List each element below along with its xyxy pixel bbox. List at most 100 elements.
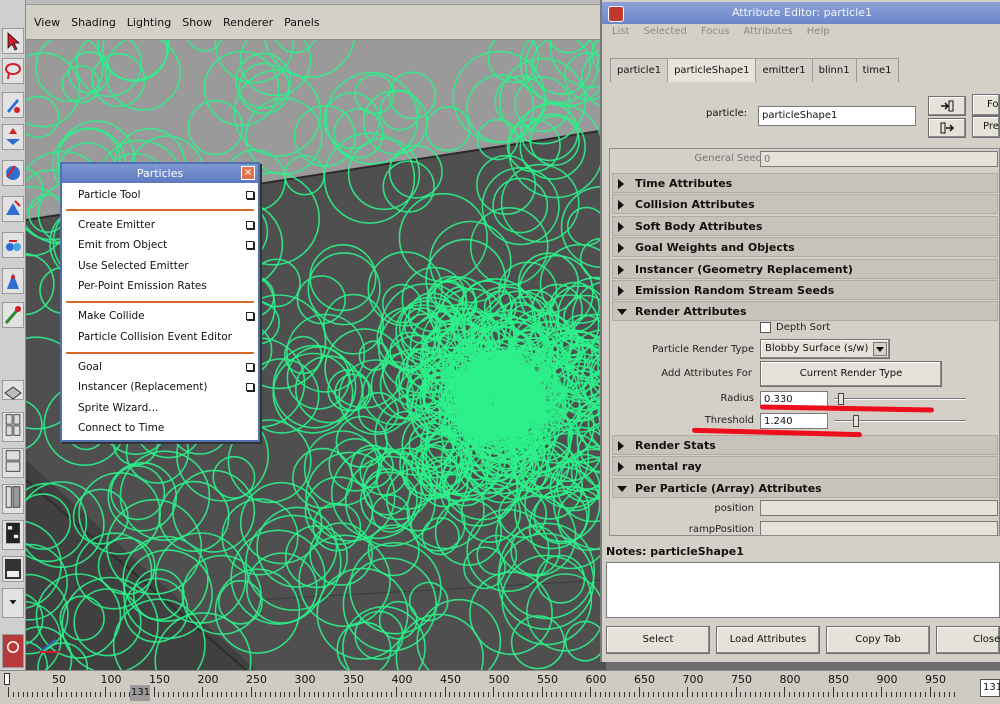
position-field[interactable] <box>760 500 998 516</box>
layout-menu-icon[interactable] <box>2 588 24 618</box>
tick-mark <box>759 692 761 697</box>
show-manipulator-icon[interactable] <box>2 302 24 328</box>
ae-menu-list[interactable]: List <box>612 26 629 37</box>
render-type-dropdown[interactable]: Blobby Surface (s/w) <box>760 339 890 359</box>
move-tool-icon[interactable] <box>2 124 24 150</box>
tab-time1[interactable]: time1 <box>855 58 899 82</box>
tick-mark <box>856 692 858 697</box>
tick-mark <box>662 692 664 697</box>
close-icon[interactable]: × <box>241 166 255 180</box>
menu-item-instancer[interactable]: Instancer (Replacement) <box>78 378 258 396</box>
ae-menu-focus[interactable]: Focus <box>701 26 730 37</box>
node-name-field[interactable]: particleShape1 <box>758 106 916 126</box>
tick-label: 250 <box>246 673 267 686</box>
section-mental-ray[interactable]: mental ray <box>612 456 998 476</box>
menu-item-connect-to-time[interactable]: Connect to Time <box>78 419 258 437</box>
load-attributes-button[interactable]: Load Attributes <box>716 626 820 654</box>
manipulator-tool-icon[interactable] <box>2 232 24 258</box>
layout-two-icon[interactable] <box>2 448 24 478</box>
option-box-icon[interactable] <box>246 312 254 320</box>
close-button[interactable]: Close <box>936 626 1000 654</box>
ramp-position-label: rampPosition <box>688 524 754 535</box>
tick-mark <box>590 687 591 697</box>
layout-graph-icon[interactable] <box>2 520 24 550</box>
radius-slider[interactable] <box>834 393 966 405</box>
tick-mark <box>881 687 882 697</box>
layout-hypershade-icon[interactable] <box>2 556 24 582</box>
tick-label: 350 <box>343 673 364 686</box>
menu-view[interactable]: View <box>34 16 60 29</box>
menu-item-emit-from-object[interactable]: Emit from Object <box>78 236 258 254</box>
tab-blinn1[interactable]: blinn1 <box>811 58 857 82</box>
lasso-tool-icon[interactable] <box>2 58 24 84</box>
menu-show[interactable]: Show <box>182 16 212 29</box>
menu-shading[interactable]: Shading <box>71 16 116 29</box>
option-box-icon[interactable] <box>246 241 254 249</box>
time-slider[interactable]: 50 100 150 200 250 300 350 400 450 500 550 600 650 70… <box>0 670 1000 704</box>
section-soft-body-attributes[interactable]: Soft Body Attributes <box>612 216 998 236</box>
ae-menu-selected[interactable]: Selected <box>643 26 686 37</box>
option-box-icon[interactable] <box>246 221 254 229</box>
select-tool-icon[interactable] <box>2 28 24 54</box>
menu-item-goal[interactable]: Goal <box>78 358 258 376</box>
scale-tool-icon[interactable] <box>2 196 24 222</box>
menu-item-use-selected-emitter[interactable]: Use Selected Emitter <box>78 257 258 275</box>
select-button[interactable]: Select <box>606 626 710 654</box>
tick-mark <box>890 692 892 697</box>
attribute-scroll-area[interactable]: General Seed 0 Time Attributes Collision… <box>609 148 1000 536</box>
layout-single-icon[interactable] <box>2 380 24 400</box>
notes-textarea[interactable] <box>606 562 1000 618</box>
section-instancer[interactable]: Instancer (Geometry Replacement) <box>612 259 998 279</box>
slider-thumb[interactable] <box>838 393 844 405</box>
section-render-attributes[interactable]: Render Attributes <box>612 301 998 321</box>
range-start-handle[interactable] <box>4 673 10 685</box>
section-emission-seeds[interactable]: Emission Random Stream Seeds <box>612 280 998 300</box>
threshold-slider[interactable] <box>834 415 966 427</box>
ae-menu-help[interactable]: Help <box>807 26 830 37</box>
menu-item-sprite-wizard[interactable]: Sprite Wizard... <box>78 399 258 417</box>
tab-emitter1[interactable]: emitter1 <box>755 58 813 82</box>
layout-four-icon[interactable] <box>2 412 24 442</box>
menu-panels[interactable]: Panels <box>284 16 319 29</box>
menu-item-make-collide[interactable]: Make Collide <box>78 307 258 325</box>
section-goal-weights[interactable]: Goal Weights and Objects <box>612 237 998 257</box>
paint-tool-icon[interactable] <box>2 92 24 118</box>
menu-item-collision-event-editor[interactable]: Particle Collision Event Editor <box>78 328 258 346</box>
section-time-attributes[interactable]: Time Attributes <box>612 173 998 193</box>
current-render-type-button[interactable]: Current Render Type <box>760 361 942 387</box>
tick-mark <box>556 692 558 697</box>
tab-particleShape1[interactable]: particleShape1 <box>667 58 757 82</box>
menu-lighting[interactable]: Lighting <box>127 16 171 29</box>
option-box-icon[interactable] <box>246 383 254 391</box>
tab-particle1[interactable]: particle1 <box>610 58 669 82</box>
tick-mark <box>313 692 315 697</box>
current-frame-field[interactable]: 131 <box>980 679 1000 697</box>
load-output-icon[interactable] <box>928 118 966 138</box>
soft-mod-tool-icon[interactable] <box>2 268 24 294</box>
ramp-position-field[interactable] <box>760 521 998 535</box>
menu-item-per-point-emission[interactable]: Per-Point Emission Rates <box>78 277 258 295</box>
current-frame-marker[interactable]: 131 <box>130 685 150 701</box>
copy-tab-button[interactable]: Copy Tab <box>826 626 930 654</box>
rotate-tool-icon[interactable] <box>2 160 24 186</box>
focus-button[interactable]: Fo <box>972 94 1000 116</box>
threshold-field[interactable]: 1.240 <box>760 413 828 429</box>
section-render-stats[interactable]: Render Stats <box>612 435 998 455</box>
layout-outliner-icon[interactable] <box>2 484 24 514</box>
ae-menu-attributes[interactable]: Attributes <box>743 26 792 37</box>
depth-sort-checkbox[interactable] <box>760 322 771 333</box>
menu-item-create-emitter[interactable]: Create Emitter <box>78 216 258 234</box>
section-collision-attributes[interactable]: Collision Attributes <box>612 194 998 214</box>
general-seed-field[interactable]: 0 <box>760 151 998 167</box>
tick-mark <box>784 687 785 697</box>
presets-button[interactable]: Pre <box>972 116 1000 138</box>
option-box-icon[interactable] <box>246 191 254 199</box>
menu-renderer[interactable]: Renderer <box>223 16 273 29</box>
slider-thumb[interactable] <box>853 415 859 427</box>
option-box-icon[interactable] <box>246 363 254 371</box>
section-per-particle-attributes[interactable]: Per Particle (Array) Attributes <box>612 478 998 498</box>
menu-item-particle-tool[interactable]: Particle Tool <box>78 186 258 204</box>
tick-mark <box>560 692 562 697</box>
load-input-icon[interactable] <box>928 96 966 116</box>
tick-mark <box>769 692 771 697</box>
